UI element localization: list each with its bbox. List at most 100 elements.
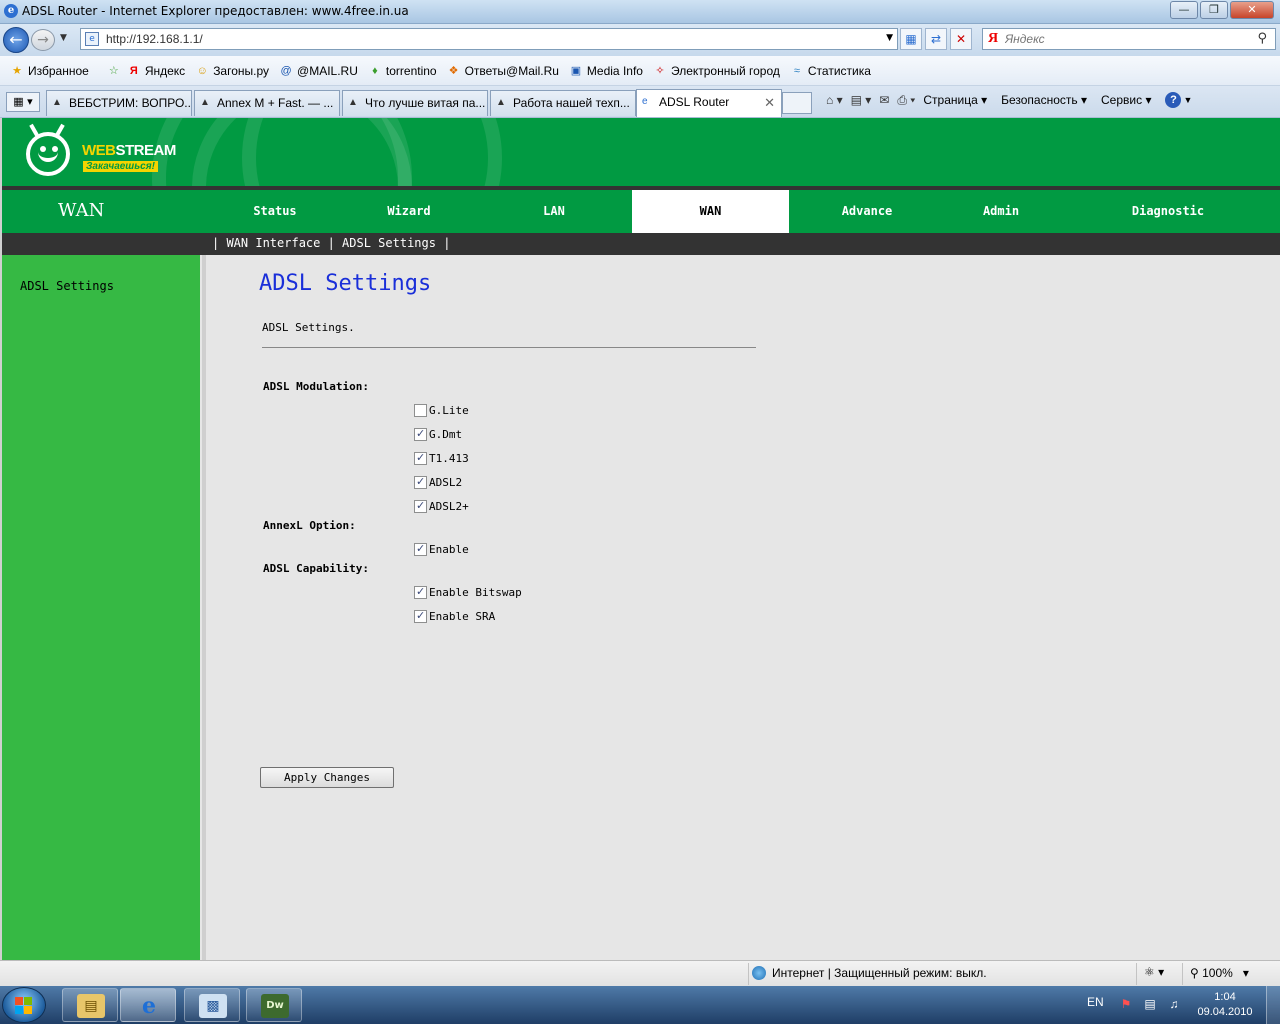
option-adsl2plus[interactable]: ADSL2+ [414,499,469,513]
checkbox-g-dmt[interactable] [414,427,427,441]
option-g-lite[interactable]: G.Lite [414,404,469,417]
address-bar[interactable]: e http://192.168.1.1/ ▼ [80,28,898,50]
taskbar-ie[interactable]: e [120,988,176,1022]
sub-nav-links[interactable]: | WAN Interface | ADSL Settings | [212,236,450,250]
fav-link-mediainfo[interactable]: ▣ Media Info [569,64,643,78]
tools-menu[interactable]: Сервис ▾ [1101,93,1151,107]
feeds-icon[interactable]: ▤ ▾ [851,93,872,107]
tab-support[interactable]: ▲ Работа нашей техп... [490,90,636,116]
tab-adsl-router[interactable]: e ADSL Router ✕ [636,89,782,117]
nav-wan[interactable]: WAN [632,190,789,233]
router-icon: ▲ [200,97,210,108]
command-bar: ⌂ ▾ ▤ ▾ ✉ ⎙ ▾ Страница ▾ Безопасность ▾ … [826,92,1192,108]
tab-twisted-pair[interactable]: ▲ Что лучше витая па... [342,90,488,116]
nav-diagnostic[interactable]: Diagnostic [1112,190,1224,233]
add-favorite-button[interactable]: ☆ [107,64,125,78]
tab-annex[interactable]: ▲ Annex M + Fast. — ... [194,90,340,116]
help-icon[interactable]: ? [1165,92,1182,108]
stop-icon[interactable]: ✕ [950,28,972,50]
maximize-button[interactable]: ❐ [1200,1,1228,19]
refresh-icon[interactable]: ⇄ [925,28,947,50]
option-t1413[interactable]: T1.413 [414,451,469,465]
ie-page-icon: ▣ [570,64,582,77]
leaf-icon: ♦ [372,64,378,77]
checkbox-t1413[interactable] [414,451,427,465]
url-text[interactable]: http://192.168.1.1/ [106,32,203,46]
volume-icon[interactable]: ♫ [1167,997,1181,1011]
fav-link-zagony[interactable]: ☺ Загоны.ру [195,64,269,78]
safety-menu[interactable]: Безопасность ▾ [1001,93,1087,107]
fav-link-torrentino[interactable]: ♦ torrentino [368,64,437,78]
new-tab-button[interactable] [782,92,812,114]
protected-mode-icon[interactable]: ⚛ ▾ [1144,965,1164,979]
address-dropdown-icon[interactable]: ▼ [886,33,893,43]
nav-lan[interactable]: LAN [522,190,586,233]
page-menu[interactable]: Страница ▾ [923,93,987,107]
close-tab-icon[interactable]: ✕ [764,95,775,111]
option-g-dmt[interactable]: G.Dmt [414,427,463,441]
checkbox-annexl-enable[interactable] [414,542,427,556]
tab-webstream[interactable]: ▲ ВЕБСТРИМ: ВОПРО... [46,90,192,116]
show-desktop-button[interactable] [1266,986,1280,1024]
print-icon[interactable]: ⎙ ▾ [897,93,915,108]
language-indicator[interactable]: EN [1087,995,1104,1009]
quick-tabs-icon[interactable]: ▦ ▾ [6,92,40,112]
fav-link-yandex[interactable]: Я Яндекс [127,64,185,78]
safety-menu-label: Безопасность [1001,93,1078,107]
tab-label: ВЕБСТРИМ: ВОПРО... [69,96,192,110]
taskbar-explorer[interactable]: ▤ [62,988,118,1022]
option-sra[interactable]: Enable SRA [414,609,495,623]
taskbar-dreamweaver[interactable]: Dw [246,988,302,1022]
search-icon[interactable]: ⚲ [1257,31,1267,46]
tab-label: Что лучше витая па... [365,96,486,110]
favorites-button[interactable]: ★ Избранное [10,64,89,78]
checkbox-g-lite[interactable] [414,404,427,417]
logo-web: WEB [82,142,116,159]
back-button[interactable]: ← [3,27,29,53]
checkbox-adsl2plus[interactable] [414,499,427,513]
nav-admin[interactable]: Admin [964,190,1038,233]
search-input[interactable] [1005,31,1245,47]
taskbar-network[interactable]: ▩ [184,988,240,1022]
search-box[interactable]: Я ⚲ [982,28,1276,50]
favorites-bar: ★ Избранное ☆ Я Яндекс ☺ Загоны.ру @ @MA… [0,56,1280,86]
option-annexl-enable[interactable]: Enable [414,542,469,556]
zoom-control[interactable]: ⚲ 100% ▾ [1190,966,1249,980]
checkbox-sra[interactable] [414,609,427,623]
forward-button[interactable]: → [31,29,55,51]
mail-icon[interactable]: ✉ [879,93,889,107]
fav-link-stats[interactable]: ≈ Статистика [790,64,871,78]
action-center-icon[interactable]: ⚑ [1119,997,1133,1011]
minimize-button[interactable]: — [1170,1,1198,19]
webstream-logo-icon [26,132,70,176]
checkbox-bitswap[interactable] [414,585,427,599]
help-dropdown-icon[interactable]: ▼ [1183,95,1192,105]
security-zone[interactable]: Интернет | Защищенный режим: выкл. [752,966,987,980]
clock-time: 1:04 [1214,991,1236,1003]
fav-link-otvety[interactable]: ❖ Ответы@Mail.Ru [447,64,559,78]
start-button[interactable] [2,987,46,1023]
option-adsl2[interactable]: ADSL2 [414,475,462,489]
close-window-button[interactable]: ✕ [1230,1,1274,19]
tab-label: Annex M + Fast. — ... [217,96,334,110]
nav-wizard[interactable]: Wizard [366,190,452,233]
fav-label: torrentino [385,63,437,78]
nav-status[interactable]: Status [234,190,316,233]
clock[interactable]: 1:04 09.04.2010 [1193,990,1257,1020]
fav-link-mailru[interactable]: @ @MAIL.RU [279,64,357,78]
router-icon: ▲ [348,97,358,108]
apply-changes-button[interactable]: Apply Changes [260,767,394,788]
sidebar-item-adsl-settings[interactable]: ADSL Settings [20,279,114,293]
option-bitswap[interactable]: Enable Bitswap [414,585,522,599]
home-icon[interactable]: ⌂ ▾ [826,93,843,107]
city-icon: ✧ [655,64,665,77]
fav-label: Электронный город [670,63,780,78]
network-tray-icon[interactable]: ▤ [1143,997,1157,1011]
fav-link-city[interactable]: ✧ Электронный город [653,64,780,78]
sub-nav: | WAN Interface | ADSL Settings | [2,233,1280,255]
history-dropdown-icon[interactable]: ▼ [60,33,67,43]
option-label: G.Dmt [429,428,463,441]
checkbox-adsl2[interactable] [414,475,427,489]
nav-advance[interactable]: Advance [822,190,912,233]
compatibility-view-icon[interactable]: ▦ [900,28,922,50]
